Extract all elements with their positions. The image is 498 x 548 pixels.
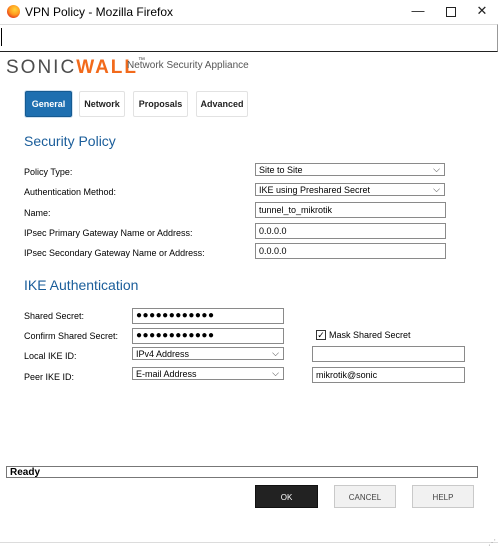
help-button[interactable]: HELP [412,485,474,508]
tab-general[interactable]: General [25,91,72,117]
tagline: Network Security Appliance [127,60,249,71]
chevron-down-icon: ⌵ [433,164,440,174]
title-bar: VPN Policy - Mozilla Firefox — ✕ [0,0,498,24]
primary-gateway-label: IPsec Primary Gateway Name or Address: [24,228,193,238]
close-button[interactable]: ✕ [466,0,498,24]
policy-type-label: Policy Type: [24,167,73,177]
maximize-icon [446,6,456,17]
secondary-gateway-label: IPsec Secondary Gateway Name or Address: [24,248,205,258]
resize-grip-icon[interactable]: ⋰ [488,538,496,547]
peer-ike-id-type-select[interactable]: E-mail Address ⌵ [132,367,284,380]
tab-advanced[interactable]: Advanced [196,91,248,117]
maximize-button[interactable] [435,0,467,24]
window-bottom-border [0,542,498,543]
mask-shared-secret-label: Mask Shared Secret [329,330,411,340]
confirm-secret-label: Confirm Shared Secret: [24,331,119,341]
shared-secret-label: Shared Secret: [24,311,85,321]
chevron-down-icon: ⌵ [433,184,440,194]
sonicwall-logo: SONICWALL™ [6,57,145,79]
local-ike-id-input[interactable] [312,346,465,362]
chevron-down-icon: ⌵ [272,368,279,378]
shared-secret-input[interactable]: ●●●●●●●●●●●● [132,308,284,324]
cancel-button[interactable]: CANCEL [334,485,396,508]
firefox-icon [7,5,20,18]
mask-shared-secret-checkbox[interactable]: ✓ [316,330,326,340]
primary-gateway-input[interactable]: 0.0.0.0 [255,223,446,239]
security-policy-heading: Security Policy [24,133,116,149]
text-caret [1,28,2,46]
name-label: Name: [24,208,51,218]
confirm-secret-input[interactable]: ●●●●●●●●●●●● [132,328,284,344]
peer-ike-id-label: Peer IKE ID: [24,372,75,382]
policy-type-value: Site to Site [259,165,303,175]
local-ike-id-type-select[interactable]: IPv4 Address ⌵ [132,347,284,360]
tab-proposals[interactable]: Proposals [133,91,188,117]
local-ike-id-type-value: IPv4 Address [136,349,190,359]
ike-authentication-heading: IKE Authentication [24,277,139,293]
secondary-gateway-input[interactable]: 0.0.0.0 [255,243,446,259]
minimize-button[interactable]: — [402,0,434,24]
status-bar: Ready [6,466,478,478]
window-title: VPN Policy - Mozilla Firefox [25,5,174,19]
name-input[interactable]: tunnel_to_mikrotik [255,202,446,218]
tab-network[interactable]: Network [79,91,125,117]
peer-ike-id-type-value: E-mail Address [136,369,197,379]
auth-method-label: Authentication Method: [24,187,117,197]
local-ike-id-label: Local IKE ID: [24,351,77,361]
auth-method-value: IKE using Preshared Secret [259,185,371,195]
chevron-down-icon: ⌵ [272,348,279,358]
peer-ike-id-input[interactable]: mikrotik@sonic [312,367,465,383]
policy-type-select[interactable]: Site to Site ⌵ [255,163,445,176]
logo-sonic: SONIC [6,57,77,78]
ok-button[interactable]: OK [255,485,318,508]
address-bar[interactable] [0,24,498,52]
auth-method-select[interactable]: IKE using Preshared Secret ⌵ [255,183,445,196]
